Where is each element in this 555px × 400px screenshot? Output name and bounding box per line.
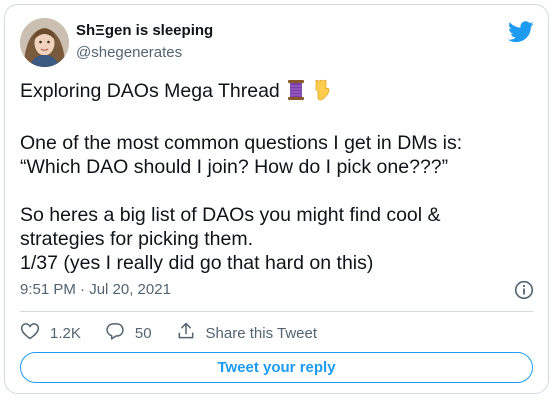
like-count: 1.2K [50, 324, 81, 342]
share-icon [176, 321, 206, 345]
info-icon[interactable] [514, 280, 534, 300]
twitter-bird-icon[interactable] [508, 21, 534, 43]
divider [20, 311, 533, 312]
reply-count: 50 [134, 324, 152, 342]
tweet-your-reply-button[interactable]: Tweet your reply [20, 352, 533, 383]
author-display-name[interactable]: ShΞgen is sleeping [76, 22, 213, 40]
tweet-line: One of the most common questions I get i… [20, 132, 463, 154]
reply-count-button[interactable]: 50 [105, 321, 152, 345]
heart-icon [20, 321, 50, 345]
tweet-line-text: Exploring DAOs Mega Thread [20, 80, 280, 102]
share-label: Share this Tweet [205, 324, 317, 342]
tweet-line: strategies for picking them. [20, 228, 254, 250]
author-handle[interactable]: @shegenerates [76, 44, 182, 62]
reply-icon [105, 321, 135, 345]
tweet-actions: 1.2K 50 Share this Tweet [20, 321, 341, 345]
tweet-line: Exploring DAOs Mega Thread [20, 79, 535, 107]
tweet-card: ShΞgen is sleeping @shegenerates Explori… [4, 4, 549, 394]
tweet-line: 1/37 (yes I really did go that hard on t… [20, 252, 374, 274]
tweet-line: So heres a big list of DAOs you might fi… [20, 204, 441, 226]
tweet-timestamp[interactable]: 9:51 PM · Jul 20, 2021 [20, 281, 171, 298]
tweet-text: Exploring DAOs Mega Thread One of the mo… [20, 79, 535, 275]
reply-button-label: Tweet your reply [217, 359, 336, 376]
pointing-down-emoji [312, 79, 332, 107]
share-button[interactable]: Share this Tweet [176, 321, 317, 345]
avatar[interactable] [20, 18, 69, 67]
tweet-line: “Which DAO should I join? How do I pick … [20, 156, 449, 178]
spool-of-thread-emoji [285, 79, 307, 107]
like-button[interactable]: 1.2K [20, 321, 81, 345]
